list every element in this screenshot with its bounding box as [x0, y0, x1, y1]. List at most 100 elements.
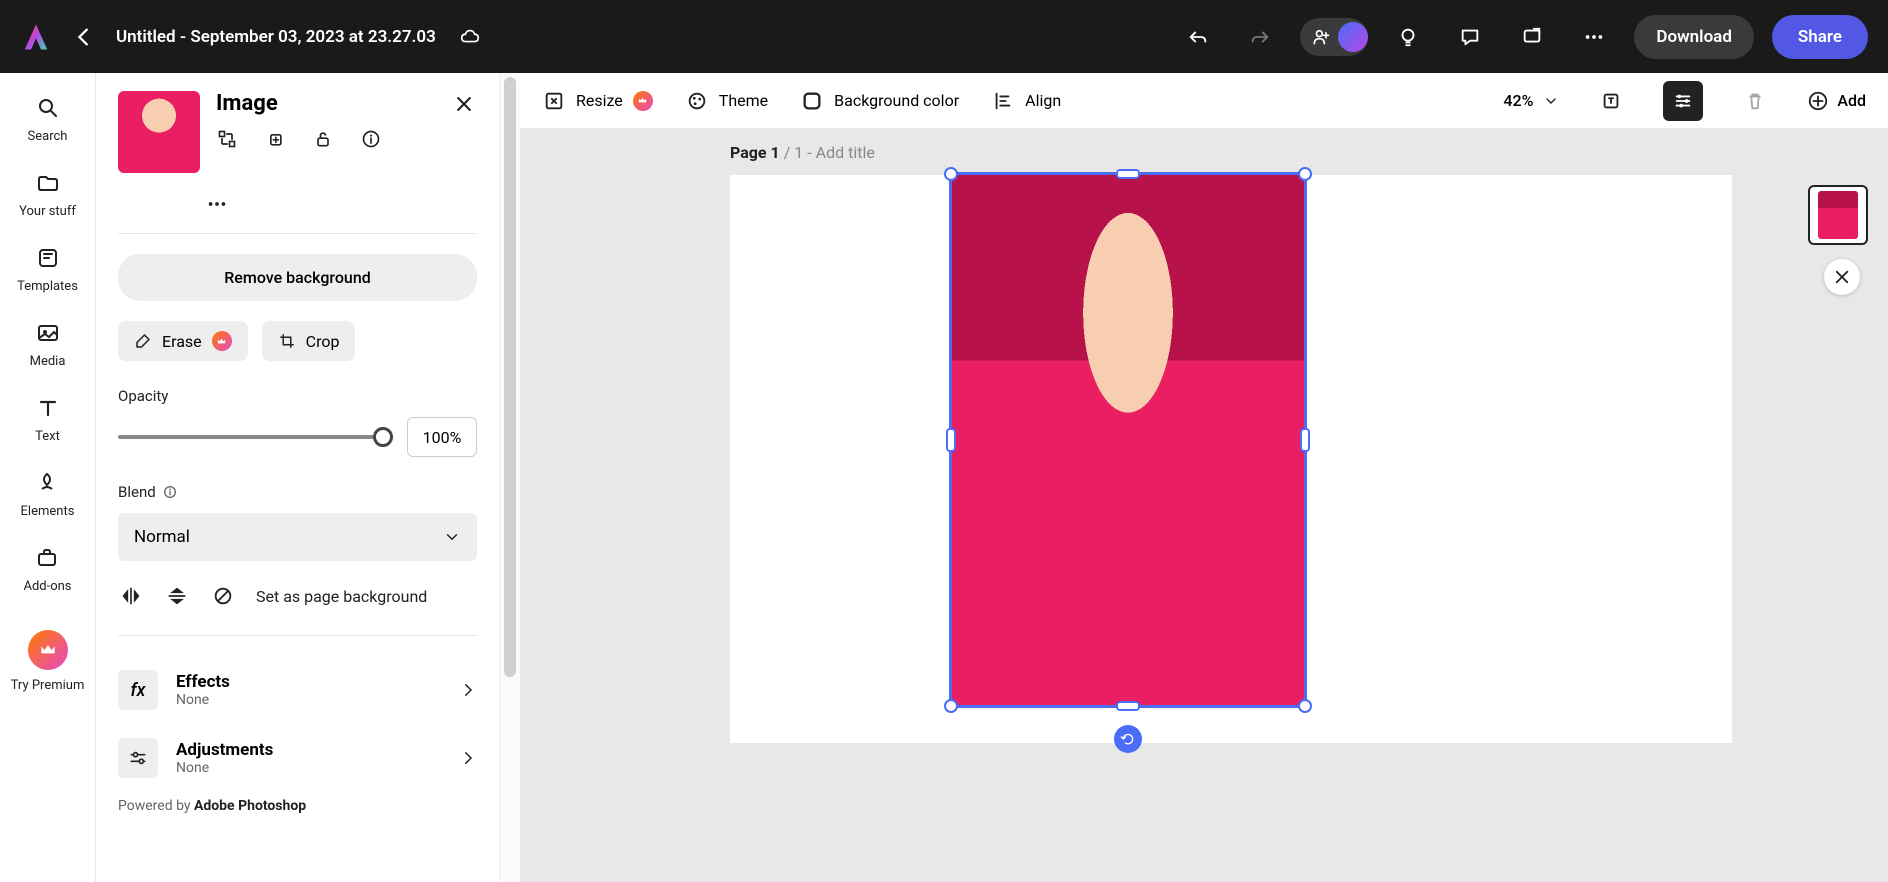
timeline-toggle[interactable]: [1663, 81, 1703, 121]
crop-button[interactable]: Crop: [262, 321, 356, 361]
resize-handle-tr[interactable]: [1298, 167, 1312, 181]
selected-image[interactable]: [952, 175, 1304, 705]
undo-icon[interactable]: [1186, 25, 1210, 49]
rail-search[interactable]: Search: [28, 95, 68, 144]
close-panel-button[interactable]: [451, 91, 477, 117]
blend-mode-select[interactable]: Normal: [118, 513, 477, 561]
rail-templates[interactable]: Templates: [17, 245, 78, 294]
close-thumbnails-button[interactable]: [1824, 259, 1860, 295]
page-thumbnail[interactable]: [1808, 185, 1868, 245]
rail-search-label: Search: [28, 129, 68, 144]
add-page-button[interactable]: Add: [1807, 90, 1866, 112]
resize-handle-bottom[interactable]: [1116, 701, 1140, 711]
erase-label: Erase: [162, 332, 202, 351]
lightbulb-icon[interactable]: [1396, 25, 1420, 49]
document-title[interactable]: Untitled - September 03, 2023 at 23.27.0…: [116, 27, 436, 47]
left-rail: Search Your stuff Templates Media Text E…: [0, 73, 96, 882]
chevron-down-icon: [443, 528, 461, 546]
theme-icon: [685, 89, 709, 113]
rail-try-premium[interactable]: Try Premium: [11, 620, 85, 693]
opacity-slider-knob[interactable]: [373, 427, 393, 447]
zoom-control[interactable]: 42%: [1503, 91, 1559, 110]
collaborators[interactable]: [1300, 18, 1368, 56]
adjustments-title: Adjustments: [176, 740, 273, 760]
resize-button[interactable]: Resize: [542, 89, 653, 113]
blend-mode-value: Normal: [134, 527, 190, 547]
rail-elements[interactable]: Elements: [21, 470, 75, 519]
bg-color-icon: [800, 89, 824, 113]
resize-handle-bl[interactable]: [944, 699, 958, 713]
safe-area-toggle[interactable]: [1591, 81, 1631, 121]
properties-panel: Image Remove background: [96, 73, 500, 882]
image-thumbnail[interactable]: [118, 91, 200, 173]
add-title-link[interactable]: Add title: [816, 143, 875, 162]
no-bg-icon[interactable]: [210, 583, 236, 609]
background-color-button[interactable]: Background color: [800, 89, 959, 113]
chevron-right-icon: [459, 681, 477, 699]
crop-icon: [278, 332, 296, 350]
present-icon[interactable]: [1520, 25, 1544, 49]
app-logo[interactable]: [20, 21, 52, 53]
image-content: [952, 175, 1304, 705]
resize-icon: [542, 89, 566, 113]
opacity-slider[interactable]: [118, 435, 391, 439]
rotate-handle[interactable]: [1114, 725, 1142, 753]
context-bar: Resize Theme Background color Align 42%: [520, 73, 1888, 129]
rail-addons-label: Add-ons: [23, 579, 71, 594]
crop-label: Crop: [306, 332, 340, 351]
panel-scrollbar[interactable]: [500, 73, 520, 882]
duplicate-icon[interactable]: [264, 128, 286, 150]
resize-handle-left[interactable]: [946, 428, 956, 452]
panel-title: Image: [216, 91, 382, 116]
folder-icon: [35, 170, 61, 196]
more-panel-icon[interactable]: [206, 193, 228, 215]
flip-horizontal-icon[interactable]: [118, 583, 144, 609]
effects-subtitle: None: [176, 692, 230, 708]
comment-icon[interactable]: [1458, 25, 1482, 49]
more-icon[interactable]: [1582, 25, 1606, 49]
zoom-value: 42%: [1503, 91, 1533, 110]
swap-icon[interactable]: [216, 128, 238, 150]
info-small-icon[interactable]: [162, 484, 178, 500]
chevron-right-icon: [459, 749, 477, 767]
rail-your-stuff[interactable]: Your stuff: [19, 170, 76, 219]
delete-button[interactable]: [1735, 81, 1775, 121]
align-button[interactable]: Align: [991, 89, 1061, 113]
rail-text[interactable]: Text: [35, 395, 61, 444]
rail-templates-label: Templates: [17, 279, 78, 294]
panel-scrollbar-thumb[interactable]: [504, 77, 516, 677]
info-icon[interactable]: [360, 128, 382, 150]
lock-icon[interactable]: [312, 128, 334, 150]
resize-handle-top[interactable]: [1116, 169, 1140, 179]
remove-background-button[interactable]: Remove background: [118, 254, 477, 301]
powered-by-label: Powered by Adobe Photoshop: [118, 792, 477, 814]
premium-badge-icon: [633, 91, 653, 111]
addons-icon: [34, 545, 60, 571]
share-button[interactable]: Share: [1772, 15, 1868, 59]
theme-button[interactable]: Theme: [685, 89, 768, 113]
templates-icon: [35, 245, 61, 271]
redo-icon[interactable]: [1248, 25, 1272, 49]
canvas-stage[interactable]: Page 1 / 1 - Add title: [520, 129, 1888, 882]
opacity-value[interactable]: 100%: [407, 417, 477, 457]
back-button[interactable]: [70, 23, 98, 51]
rail-your-stuff-label: Your stuff: [19, 204, 76, 219]
page-thumbnail-image: [1818, 191, 1858, 239]
resize-handle-br[interactable]: [1298, 699, 1312, 713]
page-indicator[interactable]: Page 1 / 1 - Add title: [730, 143, 875, 162]
erase-button[interactable]: Erase: [118, 321, 248, 361]
text-icon: [35, 395, 61, 421]
rail-addons[interactable]: Add-ons: [23, 545, 71, 594]
rail-elements-label: Elements: [21, 504, 75, 519]
resize-handle-tl[interactable]: [944, 167, 958, 181]
resize-handle-right[interactable]: [1300, 428, 1310, 452]
download-button[interactable]: Download: [1634, 15, 1753, 59]
adjustments-row[interactable]: Adjustments None: [118, 724, 477, 792]
flip-vertical-icon[interactable]: [164, 583, 190, 609]
rail-media[interactable]: Media: [30, 320, 66, 369]
rail-premium-label: Try Premium: [11, 678, 85, 693]
set-page-background-label[interactable]: Set as page background: [256, 587, 427, 606]
adjustments-subtitle: None: [176, 760, 273, 776]
effects-row[interactable]: fx Effects None: [118, 656, 477, 724]
cloud-sync-icon[interactable]: [458, 25, 482, 49]
